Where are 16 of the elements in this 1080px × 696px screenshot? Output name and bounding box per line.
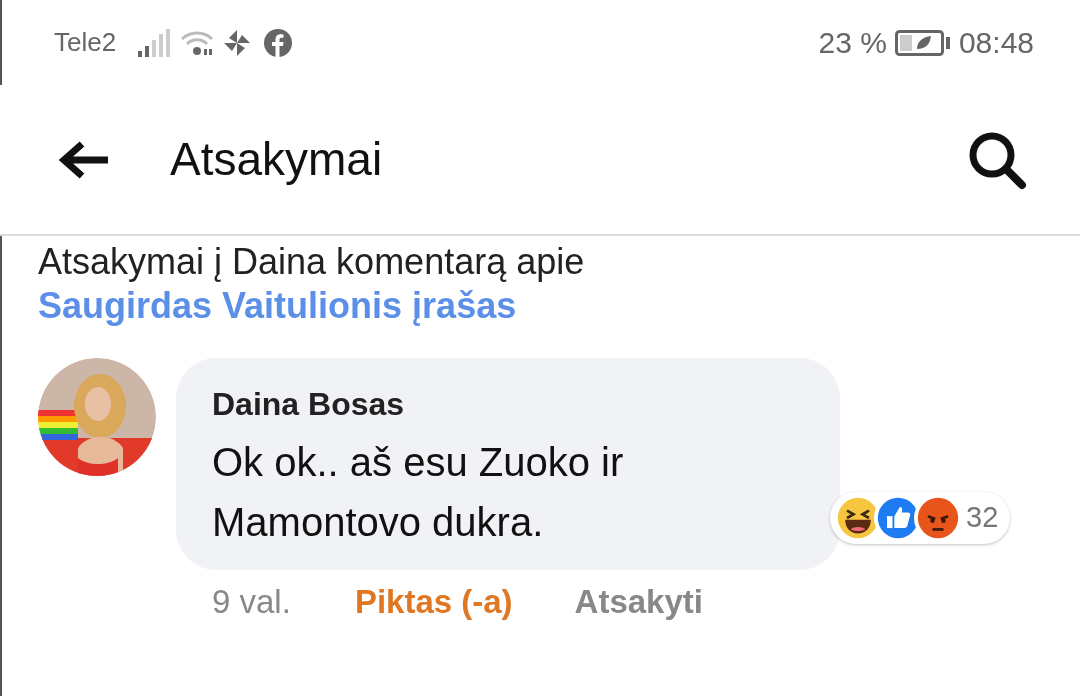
signal-icon <box>136 28 173 57</box>
comment-text: Ok ok.. aš esu Zuoko ir Mamontovo dukra. <box>212 439 625 546</box>
angry-emoji-icon <box>914 494 962 542</box>
battery-percent: 23 % <box>818 25 887 61</box>
reply-link[interactable]: Atsakyti <box>574 580 703 624</box>
battery-icon <box>894 28 951 57</box>
context-sentence: Atsakymai į Daina komentarą apie <box>38 241 585 282</box>
comment-time: 9 val. <box>212 582 291 622</box>
facebook-icon <box>264 28 293 57</box>
carrier-name: Tele2 <box>54 26 117 59</box>
page-title: Atsakymai <box>170 132 383 187</box>
reaction-summary[interactable]: 32 <box>830 492 1011 544</box>
reaction-link[interactable]: Piktas (-a) <box>354 580 513 624</box>
post-link[interactable]: Saugirdas Vaitulionis įrašas <box>38 285 517 326</box>
clock-time: 08:48 <box>958 25 1034 61</box>
author-name[interactable]: Daina Bosas <box>212 384 840 424</box>
